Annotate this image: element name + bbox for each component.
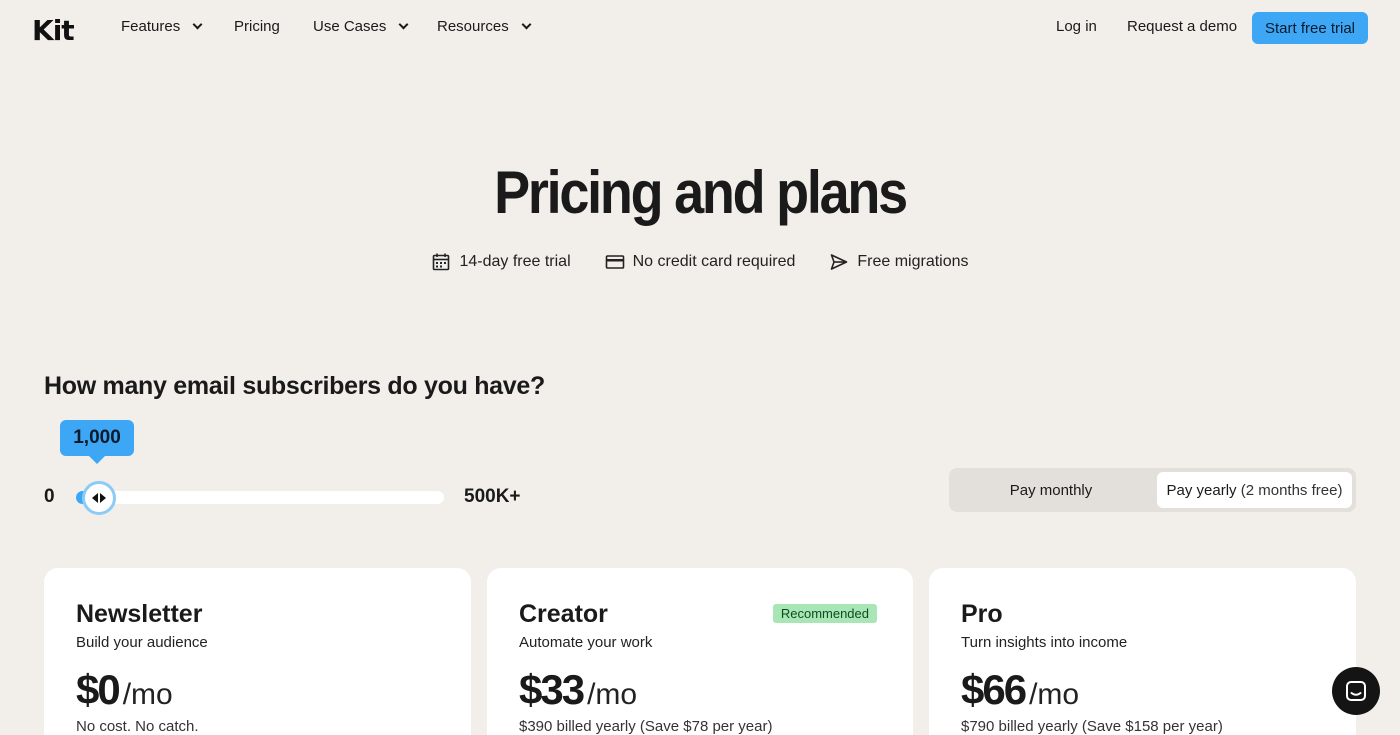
nav-resources[interactable]: Resources	[437, 18, 532, 35]
slider-min-label: 0	[44, 486, 55, 507]
slider-value-bubble: 1,000	[60, 420, 134, 456]
nav-use-cases[interactable]: Use Cases	[313, 18, 409, 35]
plan-price: $33 /mo	[519, 666, 637, 714]
plan-billing-note: $790 billed yearly (Save $158 per year)	[961, 718, 1223, 735]
calendar-icon	[433, 253, 450, 271]
perk-migrations: Free migrations	[829, 252, 969, 272]
perk-no-card-label: No credit card required	[632, 253, 796, 270]
nav-features[interactable]: Features	[121, 18, 203, 35]
plan-name: Newsletter	[76, 600, 203, 628]
plan-name: Pro	[961, 600, 1003, 628]
pay-yearly-note: (2 months free)	[1240, 481, 1343, 499]
plan-price: $0 /mo	[76, 666, 173, 714]
chevron-down-icon	[398, 19, 409, 30]
arrow-right-icon	[99, 493, 106, 503]
kit-logo[interactable]: Kit	[32, 14, 75, 47]
perk-migrations-label: Free migrations	[857, 253, 969, 270]
arrow-left-icon	[91, 493, 98, 503]
perk-no-card: No credit card required	[605, 252, 796, 272]
plan-price-period: /mo	[122, 678, 173, 711]
plan-billing-note: $390 billed yearly (Save $78 per year)	[519, 718, 773, 735]
plan-tagline: Build your audience	[76, 634, 208, 651]
nav-pricing-label: Pricing	[234, 18, 280, 35]
plan-billing-note: No cost. No catch.	[76, 718, 199, 735]
slider-bubble-tail	[88, 455, 106, 464]
send-icon	[831, 254, 848, 270]
billing-toggle: Pay monthly Pay yearly (2 months free)	[949, 468, 1356, 512]
start-free-trial-button[interactable]: Start free trial	[1252, 12, 1368, 44]
recommended-badge: Recommended	[772, 604, 877, 623]
plan-price-period: /mo	[1029, 678, 1080, 711]
request-demo-link[interactable]: Request a demo	[1127, 18, 1237, 35]
chat-icon	[1346, 681, 1366, 701]
subscriber-question: How many email subscribers do you have?	[44, 372, 545, 400]
nav-use-cases-label: Use Cases	[313, 18, 387, 35]
plan-card-pro: Pro Turn insights into income $66 /mo $7…	[929, 568, 1356, 735]
pay-yearly-label: Pay yearly	[1166, 481, 1237, 499]
pay-monthly-option[interactable]: Pay monthly	[953, 472, 1149, 508]
plan-price-value: $33	[519, 666, 585, 713]
login-link[interactable]: Log in	[1056, 18, 1097, 35]
top-nav: Kit Features Pricing Use Cases Resources…	[0, 0, 1400, 56]
perk-trial: 14-day free trial	[431, 252, 571, 272]
plan-name: Creator	[519, 600, 608, 628]
slider-max-label: 500K+	[464, 486, 521, 507]
credit-card-icon	[605, 255, 624, 269]
plan-price-value: $66	[961, 666, 1027, 713]
pay-yearly-option[interactable]: Pay yearly (2 months free)	[1157, 472, 1352, 508]
plan-tagline: Turn insights into income	[961, 634, 1128, 651]
perks-row: 14-day free trial No credit card require…	[0, 252, 1400, 272]
plan-price-value: $0	[76, 666, 121, 713]
nav-pricing[interactable]: Pricing	[234, 18, 280, 35]
page-title: Pricing and plans	[494, 159, 908, 226]
nav-features-label: Features	[121, 18, 181, 35]
chat-launcher-button[interactable]	[1332, 667, 1380, 715]
plan-price: $66 /mo	[961, 666, 1079, 714]
chevron-down-icon	[521, 19, 532, 30]
plan-price-period: /mo	[587, 678, 638, 711]
plan-tagline: Automate your work	[519, 634, 653, 651]
subscriber-slider-track[interactable]	[76, 491, 444, 504]
plan-card-creator: Creator Recommended Automate your work $…	[487, 568, 913, 735]
perk-trial-label: 14-day free trial	[459, 253, 571, 270]
subscriber-slider-handle[interactable]	[81, 481, 116, 515]
nav-resources-label: Resources	[437, 18, 509, 35]
chevron-down-icon	[192, 19, 203, 30]
plan-card-newsletter: Newsletter Build your audience $0 /mo No…	[44, 568, 471, 735]
